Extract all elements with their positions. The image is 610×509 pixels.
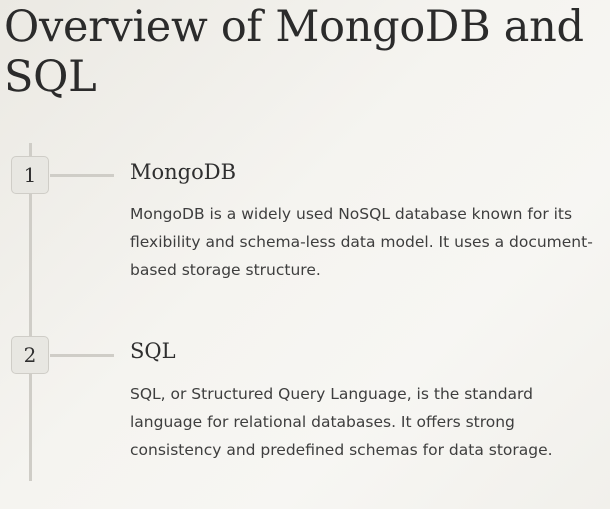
item-heading-mongodb: MongoDB [130,160,237,184]
item-heading-sql: SQL [130,339,176,363]
step-badge-1: 1 [11,156,49,194]
page-title: Overview of MongoDB and SQL [4,2,584,102]
step-badge-2: 2 [11,336,49,374]
timeline-connector-1 [50,174,114,177]
timeline-connector-2 [50,354,114,357]
item-description-sql: SQL, or Structured Query Language, is th… [130,385,553,459]
item-description-mongodb: MongoDB is a widely used NoSQL database … [130,205,593,279]
